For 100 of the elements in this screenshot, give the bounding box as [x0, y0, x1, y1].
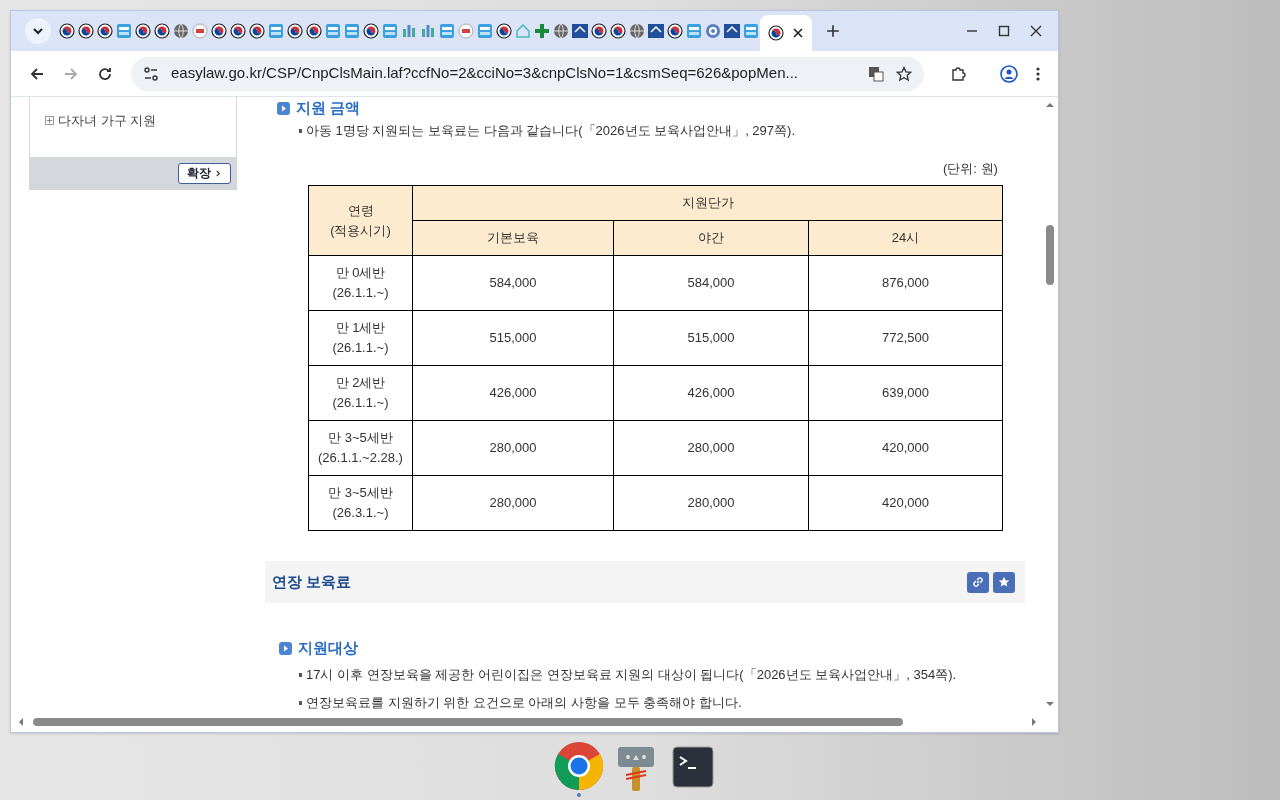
bullet-text: 연장보육료를 지원하기 위한 요건으로 아래의 사항을 모두 충족해야 합니다.: [306, 694, 742, 712]
vertical-scrollbar-thumb[interactable]: [1046, 225, 1054, 285]
address-bar[interactable]: easylaw.go.kr/CSP/CnpClsMain.laf?ccfNo=2&cciNo=3&cnpClsNo=1&csmSeq=626&popMen...: [131, 56, 924, 91]
table-cell: 420,000: [808, 420, 1003, 476]
extensions-icon[interactable]: [950, 65, 966, 82]
link-button[interactable]: [967, 571, 989, 593]
scroll-left-icon[interactable]: [17, 718, 25, 726]
circle-emblem-icon: [153, 23, 170, 39]
house-outline-icon: [514, 23, 531, 39]
table-cell: 280,000: [412, 420, 614, 476]
header-cell: 연령 (적용시기): [308, 185, 413, 256]
table-cell: 584,000: [412, 255, 614, 311]
bookmark-button[interactable]: [993, 571, 1015, 593]
table-cell: 876,000: [808, 255, 1003, 311]
table-cell: 515,000: [613, 310, 809, 366]
close-icon: [792, 27, 804, 39]
profile-icon[interactable]: [1000, 64, 1018, 83]
section-heading: 지원 금액: [296, 98, 361, 118]
table-cell: 426,000: [613, 365, 809, 421]
translate-icon[interactable]: [868, 65, 884, 82]
table-cell: 280,000: [412, 475, 614, 531]
star-outline-icon[interactable]: [896, 65, 912, 82]
table-cell: 만 0세반 (26.1.1.~): [308, 255, 413, 311]
ring-icon: [704, 23, 721, 39]
table-cell: 772,500: [808, 310, 1003, 366]
terminal-icon[interactable]: [672, 746, 714, 788]
chevron-down-icon: [32, 25, 44, 37]
header-cell: 지원단가: [412, 185, 1003, 221]
bullet-text: 아동 1명당 지원되는 보육료는 다음과 같습니다(「2026년도 보육사업안내」, 297쪽).: [306, 122, 795, 140]
circle-emblem-icon: [305, 23, 322, 39]
table-cell: 584,000: [613, 255, 809, 311]
browser-tab[interactable]: [760, 15, 812, 51]
expand-button[interactable]: 확장: [178, 162, 231, 184]
link-icon: [972, 576, 984, 588]
table-cell: 280,000: [613, 475, 809, 531]
circle-emblem-icon: [768, 25, 784, 41]
reload-icon[interactable]: [97, 65, 113, 82]
section-title: 연장 보육료: [272, 571, 353, 592]
table-cell: 만 3~5세반 (26.1.1.~2.28.): [308, 420, 413, 476]
table-cell: 만 2세반 (26.1.1.~): [308, 365, 413, 421]
striped-square-icon: [267, 23, 284, 39]
close-icon[interactable]: [1030, 25, 1042, 37]
table-cell: 515,000: [412, 310, 614, 366]
chrome-icon[interactable]: [554, 741, 604, 791]
circle-emblem-icon: [134, 23, 151, 39]
circle-emblem-icon: [58, 23, 75, 39]
more-icon[interactable]: [1036, 65, 1040, 82]
house-roof-icon: [571, 23, 588, 39]
globe-icon: [552, 23, 569, 39]
section-heading: 지원대상: [298, 638, 358, 658]
house-roof-icon: [647, 23, 664, 39]
circle-emblem-icon: [666, 23, 683, 39]
striped-square-icon: [742, 23, 759, 39]
table-cell: 만 3~5세반 (26.3.1.~): [308, 475, 413, 531]
house-roof-icon: [723, 23, 740, 39]
back-icon[interactable]: [29, 65, 45, 82]
new-tab-icon[interactable]: [826, 24, 840, 38]
chevron-right-icon: [215, 169, 222, 177]
table-cell: 280,000: [613, 420, 809, 476]
bar-chart-icon: [419, 23, 436, 39]
circle-emblem-icon: [609, 23, 626, 39]
circle-emblem-icon: [210, 23, 227, 39]
globe-icon: [628, 23, 645, 39]
bullet-icon: [299, 700, 302, 705]
circle-emblem-icon: [96, 23, 113, 39]
striped-square-icon: [476, 23, 493, 39]
star-icon: [998, 576, 1010, 588]
header-cell: 기본보육: [412, 220, 614, 256]
table-cell: 420,000: [808, 475, 1003, 531]
unit-label: (단위: 원): [943, 160, 998, 178]
scroll-down-icon[interactable]: [1046, 700, 1054, 708]
running-indicator: [577, 793, 581, 797]
table-cell: 만 1세반 (26.1.1.~): [308, 310, 413, 366]
striped-square-icon: [343, 23, 360, 39]
globe-icon: [172, 23, 189, 39]
round-badge-icon: [457, 23, 474, 39]
circle-emblem-icon: [248, 23, 265, 39]
plus-icon: [533, 23, 550, 39]
play-bullet-icon: [277, 101, 290, 115]
tab-list-button[interactable]: [25, 18, 51, 44]
table-cell: 639,000: [808, 365, 1003, 421]
scroll-up-icon[interactable]: [1046, 101, 1054, 109]
striped-square-icon: [324, 23, 341, 39]
maximize-icon[interactable]: [998, 25, 1010, 37]
header-cell: 24시: [808, 220, 1003, 256]
bullet-icon: [299, 672, 302, 677]
site-settings-icon: [143, 65, 159, 82]
bullet-icon: [299, 128, 302, 133]
circle-emblem-icon: [590, 23, 607, 39]
bullet-text: 17시 이후 연장보육을 제공한 어린이집은 연장보육료 지원의 대상이 됩니다(「2026년도 보육사업안내」, 354쪽).: [306, 666, 957, 684]
sidebar-item[interactable]: 다자녀 가구 지원: [45, 111, 236, 131]
horizontal-scrollbar-thumb[interactable]: [33, 718, 903, 726]
bar-chart-icon: [400, 23, 417, 39]
circle-emblem-icon: [495, 23, 512, 39]
table-cell: 426,000: [412, 365, 614, 421]
scroll-right-icon[interactable]: [1030, 718, 1038, 726]
url-text: easylaw.go.kr/CSP/CnpClsMain.laf?ccfNo=2&cciNo=3&cnpClsNo=1&csmSeq=626&popMen...: [171, 63, 799, 84]
striped-square-icon: [115, 23, 132, 39]
circle-emblem-icon: [286, 23, 303, 39]
circle-emblem-icon: [229, 23, 246, 39]
